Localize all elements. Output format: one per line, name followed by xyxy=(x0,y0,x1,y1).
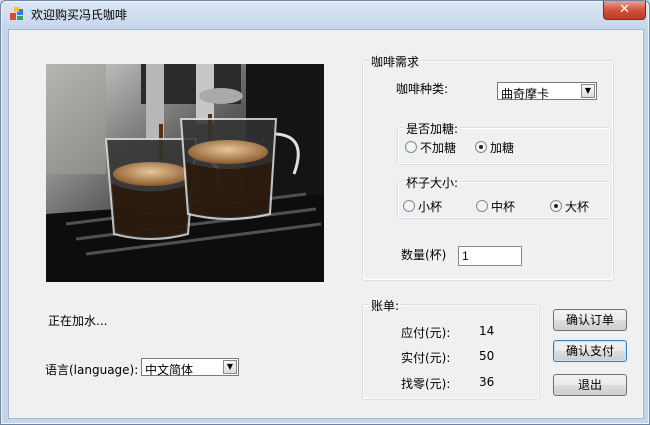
cup-size-title: 杯子大小: xyxy=(404,174,461,191)
radio-sugar[interactable]: 加糖 xyxy=(475,139,514,156)
radio-dot xyxy=(405,141,417,153)
radio-label: 大杯 xyxy=(565,200,590,214)
radio-label: 加糖 xyxy=(490,141,515,155)
status-text: 正在加水... xyxy=(48,314,108,328)
title-bar[interactable]: 欢迎购买冯氏咖啡 ✕ xyxy=(1,1,649,27)
radio-large-cup[interactable]: 大杯 xyxy=(550,198,589,215)
language-selected: 中文简体 xyxy=(145,363,194,377)
bill-change-label: 找零(元): xyxy=(401,377,451,391)
quantity-input[interactable] xyxy=(458,246,522,266)
radio-dot-selected xyxy=(475,141,487,153)
confirm-pay-button[interactable]: 确认支付 xyxy=(553,340,627,362)
radio-dot xyxy=(476,200,488,212)
radio-dot xyxy=(403,200,415,212)
bill-payable-value: 14 xyxy=(479,324,495,338)
language-select[interactable]: 中文简体 ▼ xyxy=(141,358,239,377)
radio-label: 不加糖 xyxy=(420,141,457,155)
coffee-type-selected: 曲奇摩卡 xyxy=(501,87,550,101)
radio-medium-cup[interactable]: 中杯 xyxy=(476,198,515,215)
chevron-down-icon[interactable]: ▼ xyxy=(223,360,237,374)
bill-title: 账单: xyxy=(369,297,402,314)
cup-size-group: 杯子大小: 小杯 中杯 大杯 xyxy=(397,174,611,219)
close-button[interactable]: ✕ xyxy=(603,1,646,20)
language-label: 语言(language): xyxy=(45,363,139,377)
bill-group: 账单: 应付(元): 14 实付(元): 50 找零(元): 36 xyxy=(362,297,540,400)
radio-label: 中杯 xyxy=(491,200,516,214)
chevron-down-icon[interactable]: ▼ xyxy=(581,84,595,98)
radio-label: 小杯 xyxy=(418,200,443,214)
radio-small-cup[interactable]: 小杯 xyxy=(403,198,442,215)
window-title: 欢迎购买冯氏咖啡 xyxy=(31,8,128,22)
bill-payable-label: 应付(元): xyxy=(401,326,451,340)
bill-paid-value: 50 xyxy=(479,349,495,363)
radio-dot-selected xyxy=(550,200,562,212)
coffee-type-label: 咖啡种类: xyxy=(396,82,449,96)
sugar-title: 是否加糖: xyxy=(404,120,461,137)
radio-no-sugar[interactable]: 不加糖 xyxy=(405,139,456,156)
exit-button[interactable]: 退出 xyxy=(553,374,627,396)
bill-paid-label: 实付(元): xyxy=(401,351,451,365)
coffee-machine-photo xyxy=(46,64,324,282)
confirm-order-button[interactable]: 确认订单 xyxy=(553,309,627,331)
coffee-demand-title: 咖啡需求 xyxy=(369,53,422,70)
app-window: 欢迎购买冯氏咖啡 ✕ 正在加水... 语言(language): 中文简体 ▼ … xyxy=(0,0,650,425)
client-area: 正在加水... 语言(language): 中文简体 ▼ 咖啡需求 咖啡种类: … xyxy=(8,29,644,419)
bill-change-value: 36 xyxy=(479,375,495,389)
app-icon xyxy=(10,7,23,20)
coffee-type-select[interactable]: 曲奇摩卡 ▼ xyxy=(497,82,597,101)
quantity-label: 数量(杯) xyxy=(401,248,447,262)
sugar-group: 是否加糖: 不加糖 加糖 xyxy=(397,120,611,165)
